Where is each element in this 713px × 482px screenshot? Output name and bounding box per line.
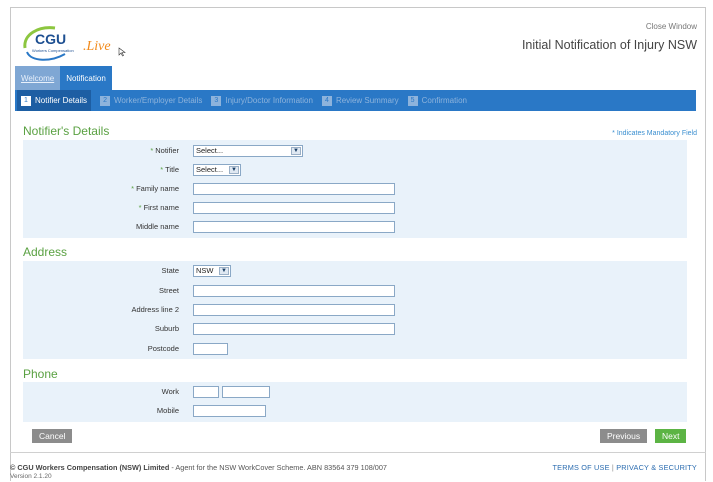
chevron-down-icon: ▼ [291,147,301,155]
phone-panel: Work Mobile [23,382,687,422]
title-label: Title [165,165,179,174]
suburb-label: Suburb [154,324,179,333]
terms-of-use-link[interactable]: TERMS OF USE [553,463,610,472]
step-label: Injury/Doctor Information [225,96,313,105]
postcode-field[interactable] [193,343,228,355]
address-line2-label: Address line 2 [131,305,179,314]
svg-text:Workers Compensation: Workers Compensation [32,48,74,53]
step-label: Confirmation [421,96,467,105]
notifier-select[interactable]: Select... ▼ [193,145,303,157]
notifier-label: Notifier [155,146,179,155]
work-area-code-field[interactable] [193,386,219,398]
mobile-field[interactable] [193,405,266,417]
suburb-field[interactable] [193,323,395,335]
address-line2-field[interactable] [193,304,395,316]
family-name-field[interactable] [193,183,395,195]
footer-separator: | [611,463,614,472]
family-name-label: Family name [136,184,179,193]
notifier-panel: * Notifier Select... ▼ * Title Select... ▼… [23,140,687,238]
step-number: 5 [407,95,418,106]
step-number: 3 [211,95,222,106]
postcode-label: Postcode [147,344,179,353]
state-select[interactable]: NSW ▼ [193,265,231,277]
family-name-row: * Family name [23,181,687,197]
section-title-address: Address [23,245,68,259]
suburb-row: Suburb [23,321,687,337]
step-number: 1 [21,95,31,106]
previous-button[interactable]: Previous [600,429,648,443]
step-progress-bar: 1 Notifier Details 2 Worker/Employer Det… [15,90,696,111]
mobile-phone-label: Mobile [156,406,179,415]
state-label: State [161,266,179,275]
required-marker: * [160,165,164,174]
footer-agent-text: - Agent for the NSW WorkCover Scheme. AB… [169,463,387,472]
step-label: Notifier Details [35,96,88,105]
required-marker: * [138,203,142,212]
step-review-summary: 4 Review Summary [321,90,399,111]
notifier-row: * Notifier Select... ▼ [23,143,687,159]
cgu-live-logo: CGU Workers Compensation .Live [21,24,131,64]
step-worker-employer: 2 Worker/Employer Details [100,90,202,111]
privacy-security-link[interactable]: PRIVACY & SECURITY [616,463,697,472]
street-label: Street [158,286,179,295]
step-number: 4 [321,95,332,106]
footer-copyright: © CGU Workers Compensation (NSW) Limited… [10,463,387,472]
cancel-button[interactable]: Cancel [32,429,73,443]
close-window-link[interactable]: Close Window [646,22,697,31]
section-title-phone: Phone [23,367,58,381]
work-phone-label: Work [161,387,179,396]
state-row: State NSW ▼ [23,263,687,279]
svg-text:CGU: CGU [35,31,66,47]
footer-links: TERMS OF USE | PRIVACY & SECURITY [553,463,698,472]
next-button[interactable]: Next [655,429,687,443]
middle-name-field[interactable] [193,221,395,233]
step-confirmation: 5 Confirmation [407,90,467,111]
footer-divider [10,452,706,453]
work-number-field[interactable] [222,386,270,398]
top-tabs: Welcome Notification [15,66,112,90]
footer-version: Version 2.1.20 [10,473,52,480]
title-row: * Title Select... ▼ [23,162,687,178]
footer-company: © CGU Workers Compensation (NSW) Limited [10,463,170,472]
page-title: Initial Notification of Injury NSW [521,38,697,52]
tab-welcome[interactable]: Welcome [15,66,61,90]
street-field[interactable] [193,285,395,297]
middle-name-label: Middle name [136,222,179,231]
address-line2-row: Address line 2 [23,302,687,318]
step-number: 2 [100,95,111,106]
title-select[interactable]: Select... ▼ [193,164,241,176]
work-phone-row: Work [23,384,687,400]
title-select-value: Select... [196,165,224,174]
postcode-row: Postcode [23,341,687,357]
notifier-select-value: Select... [196,146,224,155]
svg-text:.Live: .Live [83,39,111,54]
step-injury-doctor: 3 Injury/Doctor Information [211,90,313,111]
chevron-down-icon: ▼ [229,166,239,174]
required-marker: * [131,184,135,193]
street-row: Street [23,283,687,299]
mobile-phone-row: Mobile [23,403,687,419]
address-panel: State NSW ▼ Street Address line 2 Suburb… [23,261,687,359]
required-marker: * [150,146,154,155]
first-name-field[interactable] [193,202,395,214]
step-notifier-details: 1 Notifier Details [17,90,92,111]
mandatory-note: * Indicates Mandatory Field [612,130,697,137]
step-label: Review Summary [335,96,399,105]
state-select-value: NSW [196,266,214,275]
first-name-label: First name [143,203,179,212]
chevron-down-icon: ▼ [219,267,229,275]
tab-notification[interactable]: Notification [60,66,112,90]
middle-name-row: Middle name [23,219,687,235]
first-name-row: * First name [23,200,687,216]
step-label: Worker/Employer Details [114,96,203,105]
section-title-notifier: Notifier's Details [23,124,110,138]
